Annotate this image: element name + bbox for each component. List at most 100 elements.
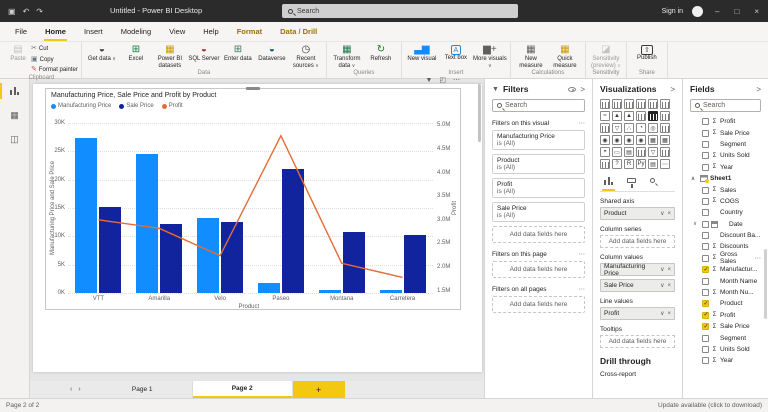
filter-card-product[interactable]: Product is (All) (492, 154, 585, 174)
field-pill-sale-price[interactable]: Sale Price ∨ × (600, 279, 675, 292)
menu-tab-file[interactable]: File (6, 22, 36, 42)
field-checkbox[interactable] (702, 232, 709, 240)
field-row-sales[interactable]: Σ Sales (690, 184, 761, 195)
transform-data-button[interactable]: ▦ Transform data ∨ (330, 43, 364, 69)
focus-mode-icon[interactable]: ◰ (439, 76, 446, 84)
qa-visual-icon[interactable]: ? (612, 159, 622, 169)
field-checkbox[interactable] (702, 311, 709, 319)
quick-measure-button[interactable]: ▦ Quick measure (548, 43, 582, 69)
slicer-icon[interactable]: ▽ (648, 147, 658, 157)
field-checkbox[interactable] (702, 118, 709, 126)
field-row-product[interactable]: Product (690, 298, 761, 309)
excel-button[interactable]: ⊞ Excel (119, 43, 153, 63)
power-bi-datasets-button[interactable]: ▦ Power BI datasets (153, 43, 187, 69)
sql-server-button[interactable]: ◒ SQL Server (187, 43, 221, 63)
recent-sources-button[interactable]: ◷ Recent sources ∨ (289, 43, 323, 69)
gauge-icon[interactable]: ◓ (600, 147, 610, 157)
close-button[interactable]: × (751, 7, 762, 16)
field-checkbox[interactable] (702, 357, 709, 365)
field-pill-profit[interactable]: Profit ∨ × (600, 307, 675, 320)
cut-button[interactable]: ✂ Cut (31, 45, 78, 53)
global-search-input[interactable]: Search (282, 4, 518, 18)
legend-item-profit[interactable]: Profit (161, 103, 183, 109)
bar-sale-price-paseo[interactable] (281, 168, 304, 293)
table-row-sheet1[interactable]: ∧ Sheet1 (690, 173, 761, 184)
field-checkbox[interactable] (702, 129, 709, 137)
field-row-sale-price[interactable]: ΣSale Price (690, 127, 761, 138)
bar-sale-price-carretera[interactable] (403, 235, 426, 293)
field-checkbox[interactable] (702, 277, 709, 285)
chevron-down-icon[interactable]: ∨ (660, 282, 664, 289)
add-data-fields-dropzone[interactable]: Add data fields here (492, 226, 585, 243)
funnel-chart-icon[interactable]: ▽ (612, 123, 622, 133)
remove-field-icon[interactable]: × (667, 211, 671, 217)
filled-map-icon[interactable]: ◉ (612, 135, 622, 145)
stacked-column-chart-icon[interactable] (612, 99, 622, 109)
text-box-button[interactable]: A Text box (439, 43, 473, 62)
chevron-down-icon[interactable]: ∨ (660, 210, 664, 217)
field-checkbox[interactable] (702, 289, 709, 297)
pie-chart-icon[interactable]: ◔ (636, 123, 646, 133)
new-visual-button[interactable]: ▃▆ New visual (405, 43, 439, 63)
save-icon[interactable]: ▣ (8, 7, 16, 16)
add-data-fields-dropzone[interactable]: Add data fields here (492, 261, 585, 278)
field-checkbox[interactable] (702, 346, 709, 353)
combo-chart-visual[interactable]: ▼ ◰ ⋯ Manufacturing Price, Sale Price and … (45, 77, 461, 310)
filter-card-profit[interactable]: Profit is (All) (492, 178, 585, 198)
field-row-units-sold[interactable]: Σ Units Sold (690, 344, 761, 355)
fields-tab[interactable] (602, 175, 615, 191)
more-options-icon[interactable]: ⋯ (453, 76, 460, 84)
legend-item-sale-price[interactable]: Sale Price (119, 103, 154, 109)
remove-field-icon[interactable]: × (667, 267, 671, 273)
menu-tab-data-drill[interactable]: Data / Drill (271, 22, 326, 42)
new-page-button[interactable]: + (292, 381, 345, 398)
field-row-date[interactable]: ∨ Date (690, 219, 761, 230)
report-canvas-page[interactable]: ▼ ◰ ⋯ Manufacturing Price, Sale Price and … (33, 77, 482, 372)
paste-button[interactable]: ▤ Paste (5, 43, 31, 63)
dataverse-button[interactable]: ◒ Dataverse (255, 43, 289, 63)
bar-sale-price-montana[interactable] (342, 231, 365, 293)
field-checkbox[interactable] (702, 266, 709, 274)
field-checkbox[interactable] (702, 163, 709, 171)
field-row-year[interactable]: Σ Year (690, 355, 761, 366)
update-available-link[interactable]: Update available (click to download) (658, 402, 762, 409)
field-checkbox[interactable] (702, 243, 709, 251)
fields-scrollbar[interactable] (764, 249, 767, 319)
python-visual-icon[interactable]: Py (636, 159, 646, 169)
donut-chart-icon[interactable]: ◎ (648, 123, 658, 133)
field-pill-manufacturing-price[interactable]: Manufacturing Price ∨ × (600, 263, 675, 277)
menu-tab-insert[interactable]: Insert (75, 22, 112, 42)
canvas-scrollbar[interactable] (478, 84, 481, 142)
field-row-manufactur[interactable]: ΣManufactur... (690, 264, 761, 275)
bar-manufacturing-price-vtt[interactable] (75, 138, 98, 293)
more-options-icon[interactable]: ⋯ (579, 250, 586, 258)
table-icon[interactable]: ▦ (648, 135, 658, 145)
field-row-units-sold[interactable]: Σ Units Sold (690, 150, 761, 161)
remove-field-icon[interactable]: × (667, 283, 671, 289)
page-tab-page-1[interactable]: Page 1 (93, 381, 193, 398)
collapse-filters-icon[interactable]: > (580, 85, 585, 94)
kpi-icon[interactable] (636, 147, 646, 157)
field-checkbox[interactable] (702, 254, 709, 262)
menu-tab-home[interactable]: Home (36, 22, 75, 42)
copy-button[interactable]: ▣ Copy (31, 56, 78, 64)
undo-icon[interactable]: ↶ (23, 7, 30, 16)
collapse-fields-icon[interactable]: > (756, 85, 761, 94)
field-row-month-name[interactable]: Month Name (690, 275, 761, 286)
legend-item-manufacturing-price[interactable]: Manufacturing Price (51, 103, 111, 109)
maximize-button[interactable]: □ (731, 7, 742, 16)
decomposition-tree-icon[interactable] (600, 159, 610, 169)
ribbon-chart-icon[interactable] (660, 111, 670, 121)
enter-data-button[interactable]: ⊞ Enter data (221, 43, 255, 63)
add-data-fields-dropzone[interactable]: Add data fields here (600, 235, 675, 248)
sensitivity-preview-button[interactable]: ◪ Sensitivity (preview) ∨ (589, 43, 623, 69)
expander-icon[interactable]: ∧ (691, 176, 697, 182)
visual-drag-grip[interactable] (246, 87, 260, 90)
menu-tab-help[interactable]: Help (194, 22, 227, 42)
menu-tab-format[interactable]: Format (228, 22, 271, 42)
avatar[interactable] (692, 5, 704, 17)
publish-button[interactable]: ⇧ Publish (630, 43, 664, 62)
add-data-fields-dropzone[interactable]: Add data fields here (492, 296, 585, 313)
filters-search-input[interactable]: Search (492, 99, 585, 112)
more-visuals-button[interactable]: ▆+ More visuals ∨ (473, 43, 507, 69)
